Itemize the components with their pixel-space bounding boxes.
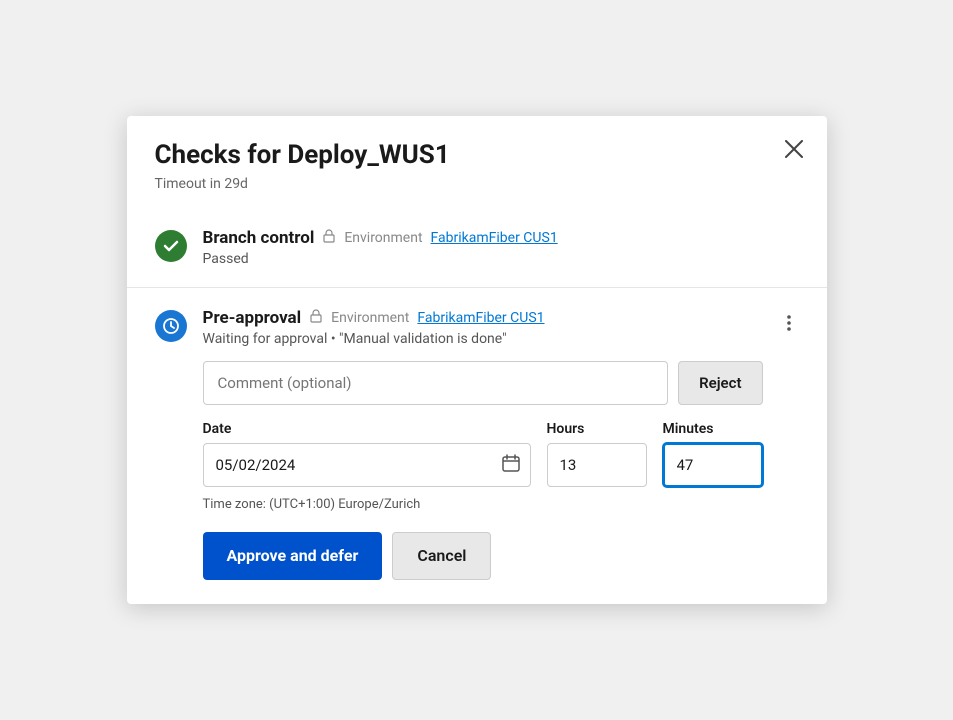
pre-approval-env-label: Environment	[331, 310, 409, 326]
date-label: Date	[203, 421, 531, 437]
more-options-button[interactable]	[779, 310, 799, 339]
minutes-label: Minutes	[663, 421, 763, 437]
approve-defer-button[interactable]: Approve and defer	[203, 532, 383, 580]
reject-button[interactable]: Reject	[678, 361, 762, 405]
minutes-input[interactable]	[663, 443, 763, 487]
branch-control-name: Branch control	[203, 228, 315, 248]
hours-label: Hours	[547, 421, 647, 437]
date-input[interactable]	[203, 443, 531, 487]
branch-control-env-label: Environment	[344, 230, 422, 246]
modal-subtitle: Timeout in 29d	[155, 176, 799, 192]
minutes-field: Minutes	[663, 421, 763, 487]
vertical-dots-icon	[787, 314, 791, 332]
pre-approval-content: Pre-approval Environment FabrikamFiber C…	[203, 308, 763, 584]
timezone-text: Time zone: (UTC+1:00) Europe/Zurich	[203, 497, 763, 512]
checks-modal: Checks for Deploy_WUS1 Timeout in 29d Br…	[127, 116, 827, 603]
hours-input[interactable]	[547, 443, 647, 487]
branch-control-status: Passed	[203, 251, 799, 267]
branch-control-env-icon	[322, 229, 336, 247]
date-input-wrapper	[203, 443, 531, 487]
branch-control-env-link[interactable]: FabrikamFiber CUS1	[431, 230, 558, 246]
approval-form: Reject Date	[203, 361, 763, 584]
comment-input[interactable]	[203, 361, 669, 405]
branch-control-section: Branch control Environment FabrikamFiber…	[127, 208, 827, 287]
hours-field: Hours	[547, 421, 647, 487]
action-row: Approve and defer Cancel	[203, 532, 763, 584]
pre-approval-status: Waiting for approval • "Manual validatio…	[203, 331, 763, 347]
comment-row: Reject	[203, 361, 763, 405]
checkmark-icon	[162, 237, 180, 255]
pre-approval-status-icon	[155, 310, 187, 342]
pre-approval-title-row: Pre-approval Environment FabrikamFiber C…	[203, 308, 763, 328]
pre-approval-name: Pre-approval	[203, 308, 302, 328]
branch-control-status-icon	[155, 230, 187, 262]
pre-approval-env-icon	[309, 309, 323, 327]
cancel-button[interactable]: Cancel	[392, 532, 491, 580]
date-field: Date	[203, 421, 531, 487]
clock-icon	[162, 317, 180, 335]
pre-approval-env-link[interactable]: FabrikamFiber CUS1	[417, 310, 544, 326]
pre-approval-section: Pre-approval Environment FabrikamFiber C…	[127, 288, 827, 604]
modal-title: Checks for Deploy_WUS1	[155, 140, 799, 171]
branch-control-title-row: Branch control Environment FabrikamFiber…	[203, 228, 799, 248]
modal-header: Checks for Deploy_WUS1 Timeout in 29d	[127, 116, 827, 207]
date-row: Date	[203, 421, 763, 487]
close-button[interactable]	[781, 136, 807, 162]
close-icon	[785, 140, 803, 158]
branch-control-content: Branch control Environment FabrikamFiber…	[203, 228, 799, 267]
